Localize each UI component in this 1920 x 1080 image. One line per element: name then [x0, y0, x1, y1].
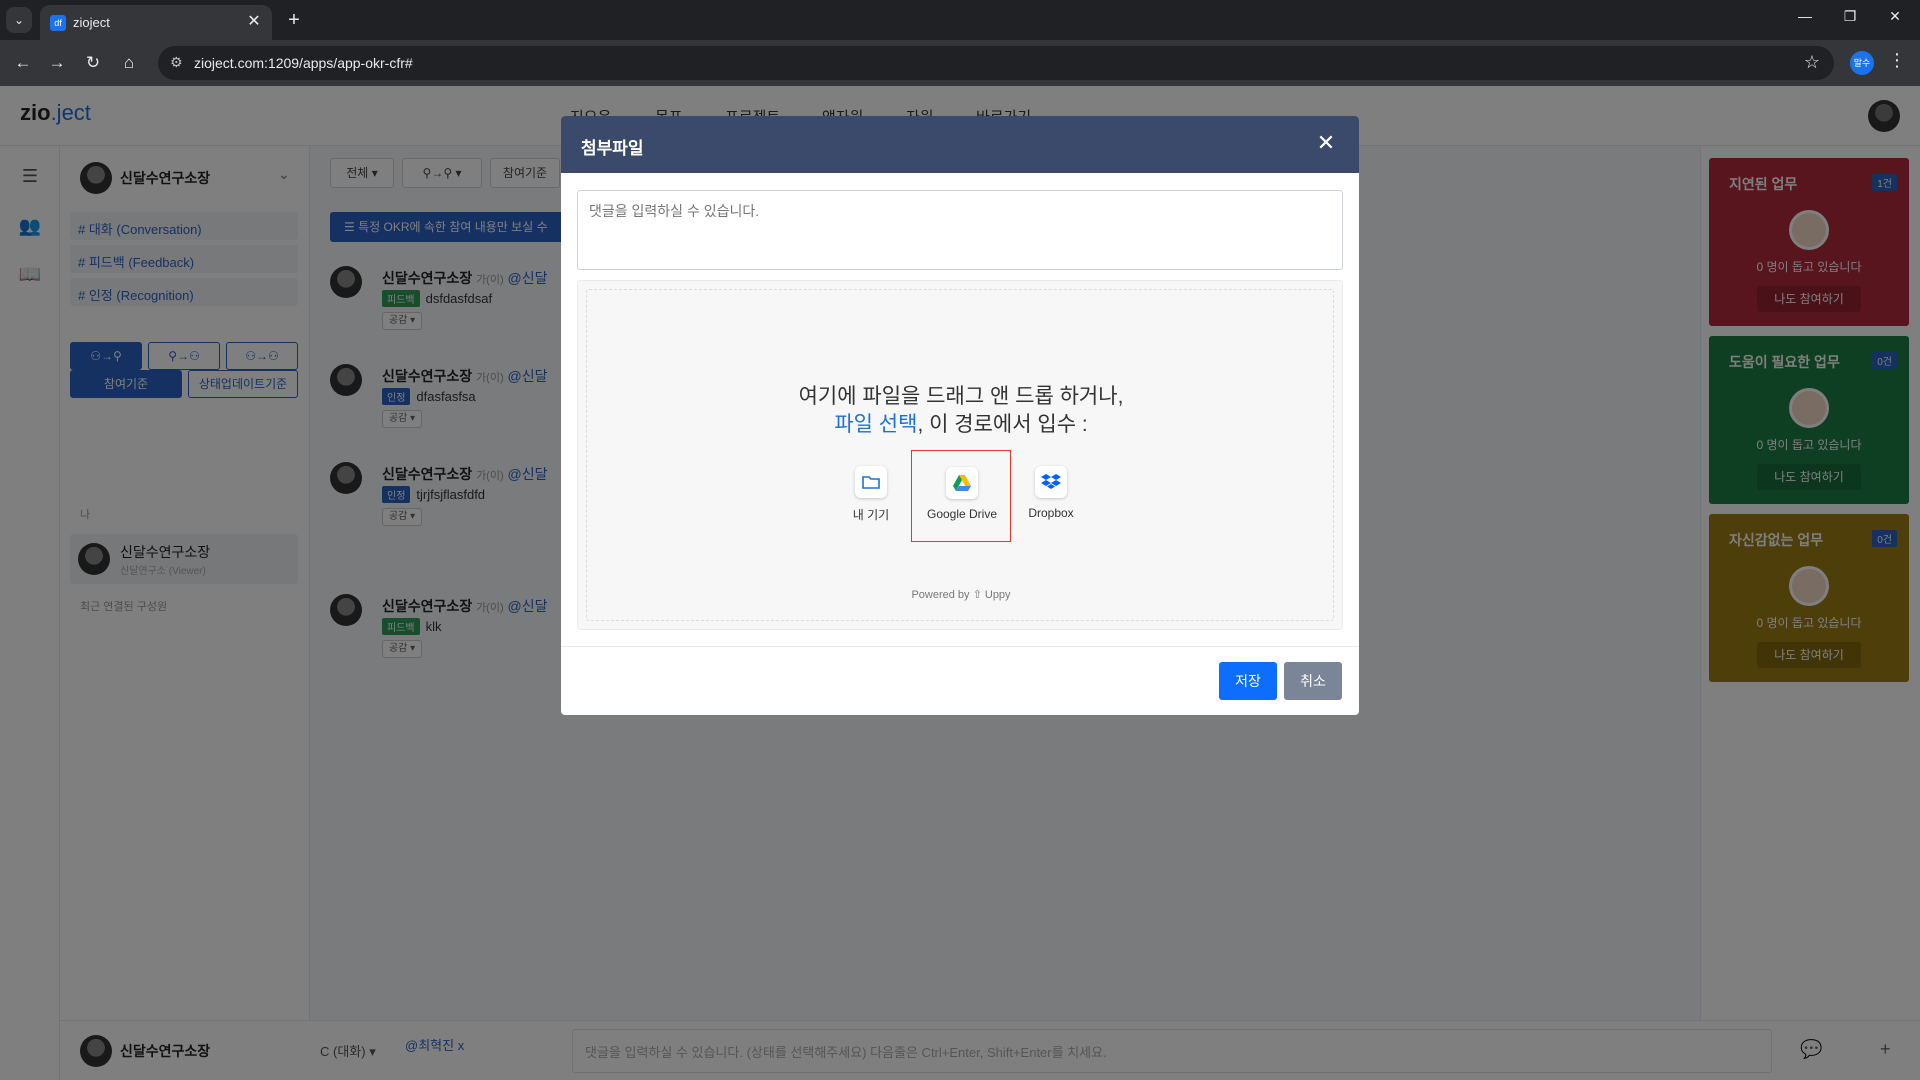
reload-icon[interactable]: ↻: [80, 50, 106, 76]
back-icon[interactable]: ←: [10, 50, 36, 76]
comment-textarea[interactable]: [577, 190, 1343, 270]
address-bar[interactable]: ⚙ zioject.com:1209/apps/app-okr-cfr# ☆: [158, 46, 1834, 80]
drop-instruction-rest: , 이 경로에서 입수 :: [917, 413, 1088, 436]
browser-menu-icon[interactable]: ⋮: [1888, 50, 1906, 71]
google-drive-icon: [946, 467, 978, 499]
folder-icon: [855, 466, 887, 498]
source-label: Dropbox: [1028, 506, 1074, 520]
restore-icon[interactable]: ❐: [1835, 8, 1865, 25]
modal-divider: [561, 646, 1359, 647]
drop-instruction: 여기에 파일을 드래그 앤 드롭 하거나,: [798, 385, 1124, 408]
tab-favicon: df: [50, 15, 66, 31]
uppy-icon: ⇧: [972, 589, 982, 601]
forward-icon[interactable]: →: [44, 50, 70, 76]
url-text[interactable]: zioject.com:1209/apps/app-okr-cfr#: [194, 55, 413, 71]
browser-toolbar: ← → ↻ ⌂ ⚙ zioject.com:1209/apps/app-okr-…: [0, 40, 1920, 86]
source-google-drive-button[interactable]: Google Drive: [911, 450, 1011, 542]
home-icon[interactable]: ⌂: [116, 50, 142, 76]
close-icon[interactable]: ✕: [1311, 128, 1341, 158]
powered-by: Powered by ⇧ Uppy: [911, 589, 1011, 601]
attachment-modal: 첨부파일 ✕ 여기에 파일을 드래그 앤 드롭 하거나, 파일 선택, 이 경로…: [561, 116, 1359, 715]
modal-title: 첨부파일: [581, 139, 644, 158]
drop-zone[interactable]: 여기에 파일을 드래그 앤 드롭 하거나, 파일 선택, 이 경로에서 입수 :…: [586, 289, 1334, 621]
tab-title: zioject: [73, 15, 110, 30]
new-tab-icon[interactable]: +: [282, 8, 306, 32]
tab-search-dropdown-icon[interactable]: ⌄: [6, 7, 32, 33]
cancel-button[interactable]: 취소: [1284, 662, 1342, 700]
dropbox-icon: [1035, 466, 1067, 498]
browse-files-link[interactable]: 파일 선택: [834, 413, 917, 436]
window-close-icon[interactable]: ✕: [1880, 8, 1910, 25]
bookmark-star-icon[interactable]: ☆: [1804, 52, 1820, 73]
source-label: Google Drive: [926, 507, 998, 521]
tab-close-icon[interactable]: ✕: [244, 12, 264, 32]
minimize-icon[interactable]: —: [1790, 8, 1820, 24]
modal-header: 첨부파일 ✕: [561, 116, 1359, 173]
source-label: 내 기기: [852, 508, 890, 522]
uppy-dashboard: 여기에 파일을 드래그 앤 드롭 하거나, 파일 선택, 이 경로에서 입수 :…: [577, 280, 1343, 630]
source-my-device-button[interactable]: 내 기기: [821, 450, 921, 542]
uppy-link[interactable]: Uppy: [985, 589, 1011, 601]
browser-tabstrip: ⌄ df zioject ✕ + — ❐ ✕: [0, 0, 1920, 40]
site-info-icon[interactable]: ⚙: [170, 54, 183, 71]
save-button[interactable]: 저장: [1219, 662, 1277, 700]
profile-avatar[interactable]: 말수: [1850, 51, 1874, 75]
browser-tab[interactable]: df zioject ✕: [40, 5, 272, 40]
source-dropbox-button[interactable]: Dropbox: [1001, 450, 1101, 542]
